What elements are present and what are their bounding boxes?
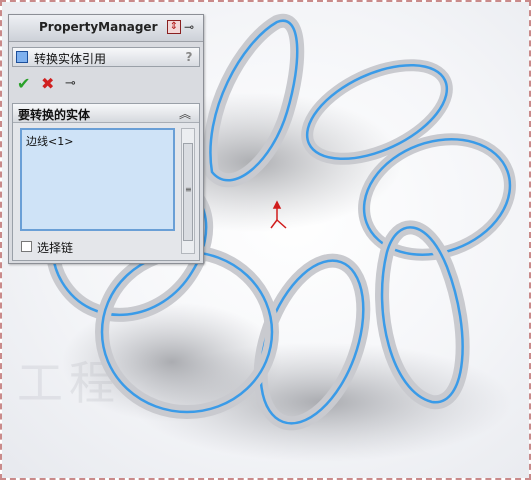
scrollbar-thumb[interactable]: ≡ — [183, 143, 193, 241]
show-hide-icon[interactable]: ⇕ — [167, 20, 181, 34]
grip-icon: ≡ — [185, 185, 192, 194]
pushpin-icon[interactable]: ⊸ — [184, 20, 198, 34]
select-chain-label: 选择链 — [37, 241, 74, 255]
select-chain-checkbox[interactable] — [21, 241, 32, 252]
selection-list[interactable]: 边线<1> — [20, 128, 175, 231]
panel-title-bar: PropertyManager ⇕ ⊸ — [9, 15, 203, 42]
feature-name: 转换实体引用 — [34, 52, 107, 66]
list-item[interactable]: 边线<1> — [26, 133, 73, 149]
scrollbar[interactable]: ≡ — [181, 128, 195, 254]
double-chevron-up-icon[interactable]: ︽ — [179, 105, 191, 122]
cancel-button[interactable]: ✖ — [41, 75, 54, 93]
keep-visible-pin-button[interactable]: ⊸ — [65, 75, 76, 93]
property-manager-panel: PropertyManager ⇕ ⊸ 转换实体引用 ? ✔ ✖ ⊸ 要转换的实… — [8, 14, 204, 264]
entities-to-convert-group: 要转换的实体 ︽ 边线<1> ≡ 选择链 — [12, 103, 200, 261]
feature-header: 转换实体引用 ? — [12, 47, 200, 67]
ring — [301, 59, 453, 165]
group-header[interactable]: 要转换的实体 ︽ — [13, 104, 199, 123]
group-title: 要转换的实体 — [18, 108, 91, 122]
panel-title: PropertyManager — [39, 20, 158, 34]
ok-button[interactable]: ✔ — [17, 75, 30, 93]
convert-entities-icon — [16, 51, 28, 63]
help-button[interactable]: ? — [181, 49, 197, 65]
